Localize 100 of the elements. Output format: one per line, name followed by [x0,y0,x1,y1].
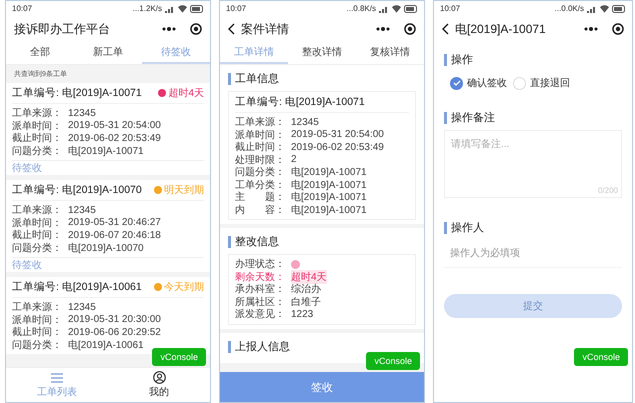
field-label: 主 题： [235,190,286,204]
radio-option[interactable]: 直接退回 [513,76,570,90]
field-label: 截止时间： [12,326,63,340]
field-value: 12345 [291,116,319,128]
field-label: 派单时间： [235,128,286,142]
network-speed: ...0.0K/s [554,4,584,13]
more-icon[interactable] [376,27,390,31]
field-value: 电[2019]A-10071 [291,204,367,217]
field-value: 超时4天 [291,270,327,284]
field-label: 办理状态： [235,258,286,272]
page-title: 电[2019]A-10071 [455,20,547,38]
more-icon[interactable] [584,27,598,31]
field-label: 工单分类： [235,178,286,192]
field-value: 电[2019]A-10061 [68,338,144,352]
order-number: 工单编号: 电[2019]A-10071 [235,95,365,109]
radio-label: 确认签收 [467,77,507,90]
status-time: 10:07 [12,4,32,13]
order-number: 工单编号: 电[2019]A-10070 [12,183,142,197]
tab[interactable]: 整改详情 [288,42,356,64]
section-heading: 操作 [444,54,622,66]
deadline-label: 今天到期 [164,280,204,294]
tab[interactable]: 复核详情 [356,42,424,64]
order-number: 工单编号: 电[2019]A-10071 [12,86,142,100]
user-icon [152,371,166,384]
field-label: 截止时间： [12,228,63,242]
field-label: 问题分类： [12,338,63,352]
field-label: 截止时间： [235,140,286,154]
wifi-icon [392,4,401,12]
card-status: 待签收 [12,162,42,175]
field-label: 派单时间： [12,216,63,230]
signal-icon [379,4,389,12]
field-value: 12345 [68,302,96,313]
field-value: 2019-05-31 20:46:27 [68,217,161,228]
status-time: 10:07 [226,4,246,13]
field-value: 2019-06-02 20:53:49 [68,132,161,144]
back-icon[interactable] [228,23,235,35]
radio-circle[interactable] [450,76,463,90]
field-value: 2 [291,154,297,166]
status-time: 10:07 [440,4,460,13]
back-icon[interactable] [442,23,449,35]
network-speed: ...1.2K/s [132,4,162,13]
field-value: 2019-06-02 20:53:49 [291,142,384,153]
field-value: 综治办 [291,282,321,296]
battery-icon [612,4,626,12]
section-heading: 工单信息 [228,73,416,85]
order-card[interactable]: 工单编号: 电[2019]A-10070 明天到期 工单来源： 12345 派单时间： 2019-05-31 20:46:27 截止时间： 2019-06-07 20:46:18 问题分类： 电[2019]A-10070 待签收 [6,180,210,272]
signal-icon [165,4,175,12]
field-value: 2019-06-07 20:46:18 [68,230,161,241]
field-label: 派单时间： [12,120,63,132]
field-value: 白堆子 [291,296,321,309]
field-label: 截止时间： [12,132,63,146]
section-heading: 操作人 [444,222,622,234]
check-icon [452,80,460,86]
field-value: 2019-06-06 20:29:52 [68,326,161,338]
field-label: 工单来源： [12,204,63,218]
order-card[interactable]: 工单编号: 电[2019]A-10061 今天到期 工单来源： 12345 派单时间： 2019-05-31 20:30:00 截止时间： 2019-06-06 20:29:52 问题分类： 电[2019]A-10061 [6,277,210,354]
tab[interactable]: 全部 [6,42,74,64]
radio-option[interactable]: 确认签收 [450,76,507,90]
field-value: 12345 [68,108,96,119]
field-label: 派发意见： [235,308,286,322]
field-value: 电[2019]A-10071 [291,166,367,180]
deadline-label: 明天到期 [164,184,204,197]
field-label: 工单来源： [12,106,63,120]
section-heading: 操作备注 [444,112,622,124]
field-value: 电[2019]A-10071 [68,144,144,158]
network-speed: ...0.8K/s [346,4,376,13]
card-status: 待签收 [12,258,42,272]
field-label: 工单来源： [12,300,63,314]
order-card[interactable]: 工单编号: 电[2019]A-10071 超时4天 工单来源： 12345 派单时间： 2019-05-31 20:54:00 截止时间： 2019-06-02 20:53:49 问题分类： 电[2019]A-10071 待签收 [6,83,210,175]
app-title: 接诉即办工作平台 [14,20,111,38]
field-label: 处理时限： [235,154,286,166]
field-label: 问题分类： [235,166,286,180]
field-label: 问题分类： [12,242,63,255]
field-value: 2019-05-31 20:30:00 [68,314,161,326]
field-value: 2019-05-31 20:54:00 [68,120,161,132]
field-value: 2019-05-31 20:54:00 [291,129,384,140]
field-label: 剩余天数： [235,270,286,284]
tab[interactable]: 新工单 [74,42,142,64]
signal-icon [587,4,597,12]
order-number: 工单编号: 电[2019]A-10061 [12,280,142,294]
nav-item[interactable]: 我的 [108,368,210,402]
field-label: 所属社区： [235,296,286,308]
page-title: 案件详情 [241,20,290,38]
target-icon[interactable] [612,23,624,35]
field-value: 电[2019]A-10070 [68,242,144,255]
field-label: 工单来源： [235,116,286,130]
wifi-icon [600,4,609,12]
battery-icon [404,4,418,12]
more-icon[interactable] [162,27,176,31]
field-value: 12345 [68,204,96,216]
section-heading: 整改信息 [228,236,416,248]
target-icon[interactable] [190,23,202,35]
field-label: 问题分类： [12,144,63,158]
radio-label: 直接退回 [530,76,570,90]
field-label: 内 容： [235,204,286,217]
list-icon [50,372,64,384]
field-label: 承办科室： [235,282,286,296]
field-label: 派单时间： [12,314,63,326]
target-icon[interactable] [404,23,416,35]
field-value: 1223 [291,308,314,320]
